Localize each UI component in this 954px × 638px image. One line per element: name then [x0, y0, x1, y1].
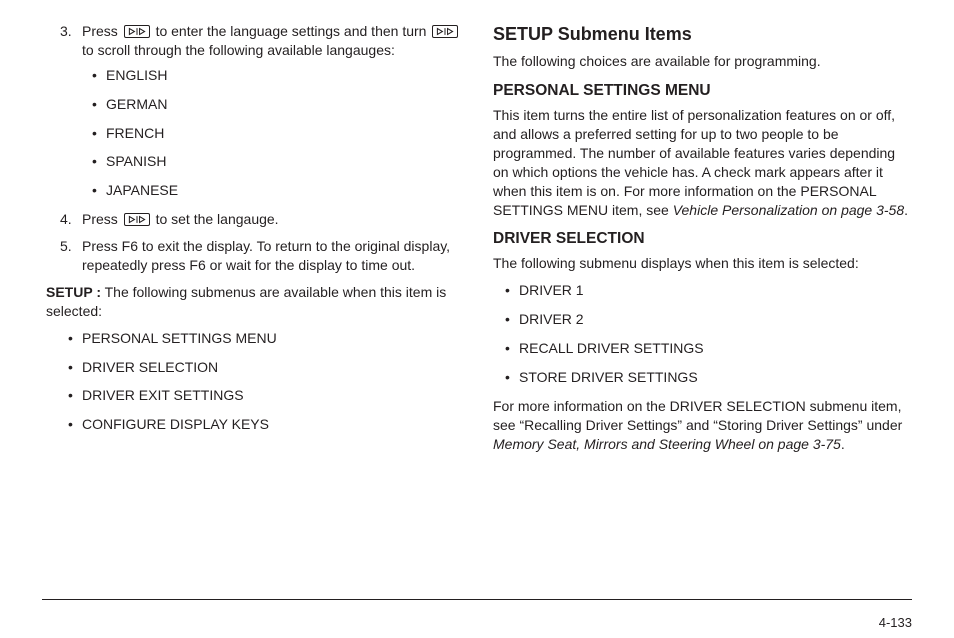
left-column: 3. Press to enter the language settings …: [42, 22, 465, 462]
personal-settings-tail: .: [904, 202, 908, 218]
two-column-layout: 3. Press to enter the language settings …: [42, 22, 912, 462]
submenu-item: CONFIGURE DISPLAY KEYS: [82, 415, 465, 434]
step-5-text: Press F6 to exit the display. To return …: [82, 238, 450, 273]
step-number: 4.: [60, 210, 72, 229]
step-5: 5. Press F6 to exit the display. To retu…: [82, 237, 465, 275]
select-button-icon: [432, 25, 458, 38]
select-button-icon: [124, 213, 150, 226]
step-number: 3.: [60, 22, 72, 41]
submenu-item: DRIVER EXIT SETTINGS: [82, 386, 465, 405]
select-button-icon: [124, 25, 150, 38]
language-item: JAPANESE: [106, 181, 465, 200]
driver-selection-body: For more information on the DRIVER SELEC…: [493, 398, 902, 433]
driver-item: STORE DRIVER SETTINGS: [519, 368, 912, 387]
language-list: ENGLISH GERMAN FRENCH SPANISH JAPANESE: [82, 66, 465, 200]
submenu-item: PERSONAL SETTINGS MENU: [82, 329, 465, 348]
language-item: GERMAN: [106, 95, 465, 114]
step-3-mid: to enter the language settings and then …: [156, 23, 431, 39]
driver-selection-intro: The following submenu displays when this…: [493, 254, 912, 273]
setup-submenu-intro: The following choices are available for …: [493, 52, 912, 71]
driver-selection-ref: Memory Seat, Mirrors and Steering Wheel …: [493, 436, 841, 452]
step-4-pre: Press: [82, 211, 122, 227]
step-4-post: to set the langauge.: [156, 211, 279, 227]
step-number: 5.: [60, 237, 72, 256]
setup-intro-text: The following submenus are available whe…: [46, 284, 446, 319]
personal-settings-ref: Vehicle Personalization on page 3-58: [673, 202, 904, 218]
step-4-text: Press to set the langauge.: [82, 211, 279, 227]
personal-settings-heading: PERSONAL SETTINGS MENU: [493, 81, 912, 102]
step-3-pre: Press: [82, 23, 122, 39]
language-item: SPANISH: [106, 152, 465, 171]
language-item: ENGLISH: [106, 66, 465, 85]
page-number: 4-133: [879, 615, 912, 630]
step-3-text: Press to enter the language settings and…: [82, 23, 460, 58]
driver-item: DRIVER 1: [519, 281, 912, 300]
step-4: 4. Press to set the langauge.: [82, 210, 465, 229]
submenu-item: DRIVER SELECTION: [82, 358, 465, 377]
personal-settings-paragraph: This item turns the entire list of perso…: [493, 106, 912, 219]
setup-intro-paragraph: SETUP : The following submenus are avail…: [46, 283, 465, 321]
manual-page: 3. Press to enter the language settings …: [0, 0, 954, 638]
step-3: 3. Press to enter the language settings …: [82, 22, 465, 200]
right-column: SETUP Submenu Items The following choice…: [493, 22, 912, 462]
driver-item: RECALL DRIVER SETTINGS: [519, 339, 912, 358]
driver-selection-heading: DRIVER SELECTION: [493, 229, 912, 250]
setup-submenu-heading: SETUP Submenu Items: [493, 22, 912, 46]
driver-selection-paragraph: For more information on the DRIVER SELEC…: [493, 397, 912, 454]
language-item: FRENCH: [106, 124, 465, 143]
steps-list: 3. Press to enter the language settings …: [46, 22, 465, 275]
driver-item: DRIVER 2: [519, 310, 912, 329]
driver-selection-list: DRIVER 1 DRIVER 2 RECALL DRIVER SETTINGS…: [493, 281, 912, 387]
step-3-post: to scroll through the following availabl…: [82, 42, 395, 58]
footer-rule: [42, 599, 912, 600]
setup-submenu-list: PERSONAL SETTINGS MENU DRIVER SELECTION …: [46, 329, 465, 435]
setup-label: SETUP :: [46, 284, 101, 300]
driver-selection-tail: .: [841, 436, 845, 452]
